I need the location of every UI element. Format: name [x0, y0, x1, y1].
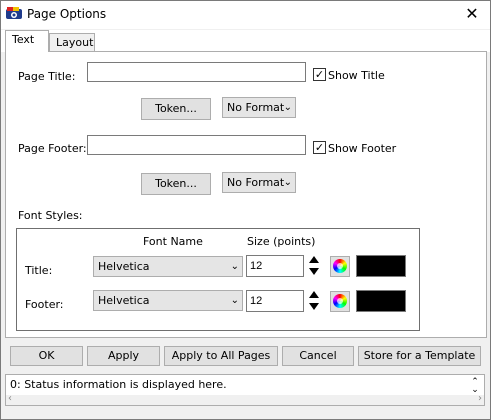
title-font-select[interactable]: Helvetica ⌄ [93, 256, 243, 277]
footer-token-button[interactable]: Token... [141, 173, 211, 195]
show-footer-label: Show Footer [328, 142, 397, 155]
title-font-value: Helvetica [98, 260, 150, 273]
apply-button[interactable]: Apply [87, 346, 160, 366]
spin-down-icon[interactable] [309, 268, 319, 275]
title-color-swatch[interactable] [356, 255, 406, 277]
window-title: Page Options [27, 7, 107, 21]
footer-font-value: Helvetica [98, 294, 150, 307]
status-area: 0: Status information is displayed here.… [5, 374, 485, 406]
spin-down-icon[interactable] [309, 303, 319, 310]
page-footer-label: Page Footer: [18, 142, 87, 155]
scroll-right-icon[interactable]: › [478, 393, 482, 404]
show-title-label: Show Title [328, 69, 385, 82]
title-token-button[interactable]: Token... [141, 98, 211, 120]
footer-color-swatch[interactable] [356, 290, 406, 312]
page-footer-input[interactable] [87, 135, 306, 155]
spin-up-icon[interactable] [309, 291, 319, 298]
font-styles-label: Font Styles: [18, 209, 83, 222]
status-horizontal-scrollbar[interactable]: ‹ › [6, 393, 484, 405]
text-tab-panel: Page Title: ✓ Show Title Token... No For… [5, 51, 487, 338]
tab-strip: Text Layout [1, 30, 490, 52]
title-size-spinner[interactable] [307, 255, 321, 277]
page-title-input[interactable] [87, 62, 306, 82]
store-template-button[interactable]: Store for a Template [358, 346, 481, 366]
footer-font-select[interactable]: Helvetica ⌄ [93, 290, 243, 311]
size-header: Size (points) [247, 235, 316, 248]
apply-all-pages-button[interactable]: Apply to All Pages [164, 346, 278, 366]
chevron-down-icon: ⌄ [230, 295, 239, 306]
check-icon: ✓ [314, 141, 325, 154]
footer-color-picker-button[interactable] [330, 291, 350, 312]
title-format-select[interactable]: No Format ⌄ [222, 97, 296, 118]
font-styles-group: Font Name Size (points) Title: Helvetica… [16, 228, 420, 331]
close-button[interactable]: ✕ [460, 4, 484, 24]
chevron-down-icon: ⌄ [283, 177, 292, 188]
footer-size-spinner[interactable] [307, 290, 321, 312]
tab-text[interactable]: Text [5, 30, 49, 52]
tab-layout[interactable]: Layout [49, 33, 95, 52]
close-icon: ✕ [465, 4, 479, 23]
app-icon [6, 7, 22, 19]
show-title-checkbox[interactable]: ✓ [313, 68, 326, 81]
page-title-label: Page Title: [18, 70, 76, 83]
footer-font-label: Footer: [25, 298, 64, 311]
chevron-down-icon: ⌄ [230, 261, 239, 272]
status-text: 0: Status information is displayed here. [10, 378, 227, 391]
footer-size-input[interactable] [246, 290, 304, 312]
title-bar: Page Options ✕ [1, 1, 490, 29]
title-font-label: Title: [25, 264, 53, 277]
title-color-picker-button[interactable] [330, 256, 350, 277]
footer-format-value: No Format [227, 176, 285, 189]
title-format-value: No Format [227, 101, 285, 114]
spin-up-icon[interactable] [309, 256, 319, 263]
chevron-down-icon: ⌄ [283, 102, 292, 113]
font-name-header: Font Name [143, 235, 203, 248]
show-footer-checkbox[interactable]: ✓ [313, 141, 326, 154]
ok-button[interactable]: OK [10, 346, 83, 366]
cancel-button[interactable]: Cancel [282, 346, 354, 366]
scroll-left-icon[interactable]: ‹ [8, 393, 12, 404]
check-icon: ✓ [314, 68, 325, 81]
title-size-input[interactable] [246, 255, 304, 277]
page-options-window: Page Options ✕ Text Layout Page Title: ✓… [0, 0, 491, 420]
status-vertical-scroll[interactable]: ⌃ ⌄ [470, 378, 480, 395]
footer-format-select[interactable]: No Format ⌄ [222, 172, 296, 193]
